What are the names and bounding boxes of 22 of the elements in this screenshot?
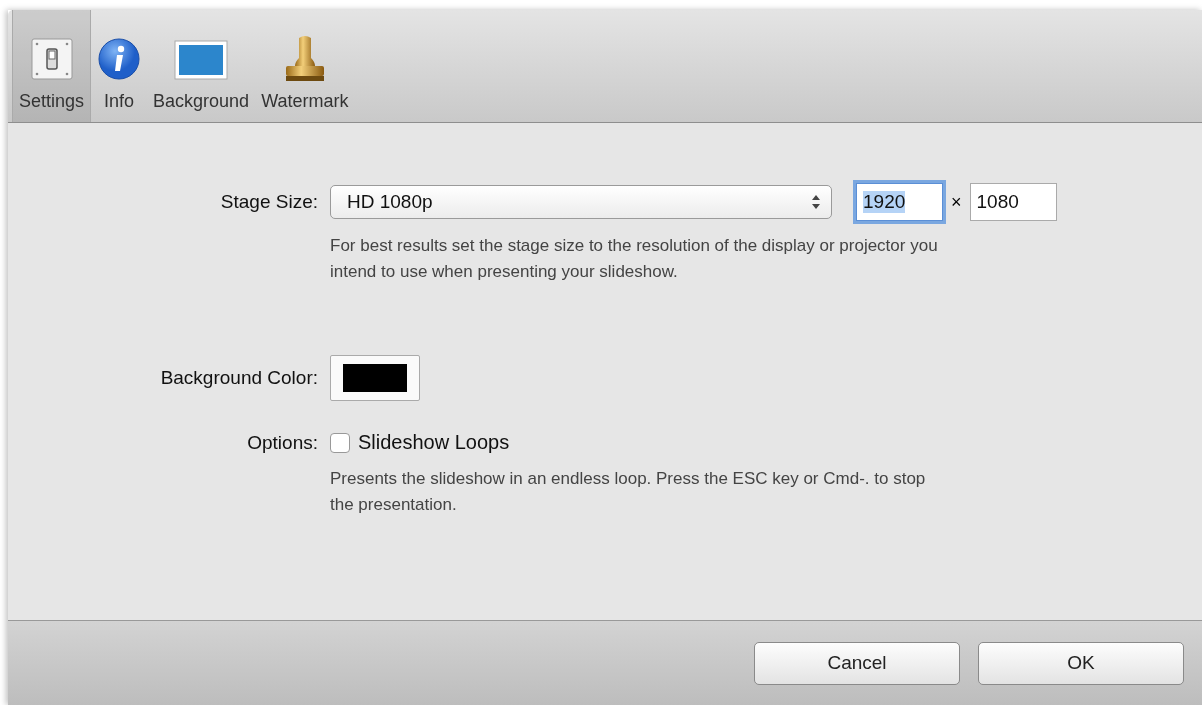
light-switch-icon xyxy=(29,37,74,81)
up-down-arrows-icon xyxy=(811,194,821,210)
toolbar-tab[interactable]: Info xyxy=(91,10,148,122)
toolbar-tab[interactable]: Watermark xyxy=(255,10,355,122)
times-sign: × xyxy=(951,191,962,213)
stage-size-dropdown[interactable]: HD 1080p xyxy=(330,185,832,219)
field-label: Background Color: xyxy=(160,367,318,389)
help-text: For best results set the stage size to the resolution of the display or projector you intend to use when presenting your slideshow. xyxy=(330,235,939,283)
checkbox-label[interactable]: Slideshow Loops xyxy=(358,431,510,454)
dialog-button[interactable]: OK xyxy=(978,641,1184,685)
width-field[interactable]: 1920 xyxy=(856,183,943,221)
background-swatch-icon xyxy=(173,37,230,81)
help-text: Presents the slideshow in an endless loop. Press the ESC key or Cmd-. to stop the presentation. xyxy=(330,468,927,516)
dialog-button[interactable]: Cancel xyxy=(754,641,960,685)
info-icon xyxy=(97,37,142,81)
field-label: Options: xyxy=(247,431,318,454)
checkbox[interactable] xyxy=(330,432,350,453)
color-well[interactable] xyxy=(330,355,420,401)
height-field[interactable]: 1080 xyxy=(969,183,1057,221)
toolbar-tab[interactable]: Background xyxy=(147,10,256,122)
field-label: Stage Size: xyxy=(220,191,318,213)
toolbar-tab[interactable]: Settings xyxy=(12,10,92,122)
